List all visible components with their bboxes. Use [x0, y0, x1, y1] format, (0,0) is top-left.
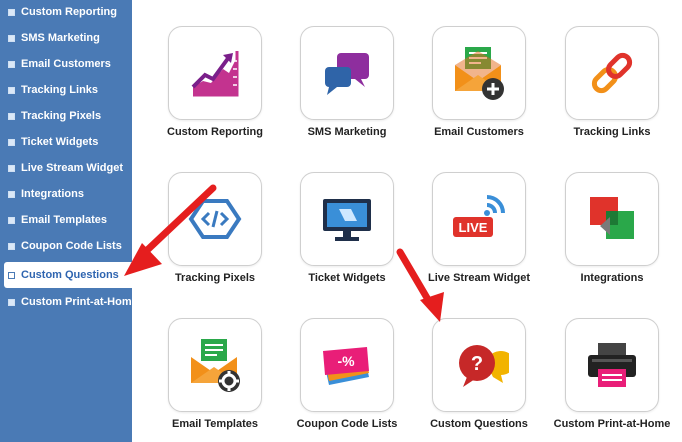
tile-box[interactable]: [432, 26, 526, 120]
bullet-icon: [8, 60, 15, 68]
sidebar-item-label: Live Stream Widget: [21, 162, 123, 174]
sidebar: Custom Reporting SMS Marketing Email Cus…: [0, 0, 138, 442]
tile-sms-marketing[interactable]: SMS Marketing: [282, 26, 412, 138]
sidebar-item-label: Custom Print-at-Home: [21, 296, 138, 308]
sidebar-item-sms-marketing[interactable]: SMS Marketing: [0, 26, 132, 50]
bullet-icon: [8, 242, 15, 250]
tile-ticket-widgets[interactable]: Ticket Widgets: [282, 172, 412, 284]
sidebar-item-custom-reporting[interactable]: Custom Reporting: [0, 0, 132, 24]
sidebar-item-label: Coupon Code Lists: [21, 240, 122, 252]
sidebar-item-ticket-widgets[interactable]: Ticket Widgets: [0, 130, 132, 154]
sidebar-item-label: SMS Marketing: [21, 32, 100, 44]
tile-box[interactable]: ?: [432, 318, 526, 412]
sidebar-item-live-stream-widget[interactable]: Live Stream Widget: [0, 156, 132, 180]
tile-box[interactable]: -%: [300, 318, 394, 412]
bullet-icon: [8, 298, 15, 306]
sidebar-item-tracking-pixels[interactable]: Tracking Pixels: [0, 104, 132, 128]
svg-text:?: ?: [471, 353, 483, 375]
tile-box[interactable]: [565, 318, 659, 412]
tile-label: Custom Reporting: [167, 126, 263, 138]
sidebar-item-custom-questions[interactable]: Custom Questions: [4, 262, 132, 288]
coupon-percent-icon: -%: [323, 347, 369, 385]
tile-label: Email Templates: [172, 418, 258, 430]
bullet-icon: [8, 138, 15, 146]
bullet-icon: [8, 112, 15, 120]
tile-custom-reporting[interactable]: Custom Reporting: [150, 26, 280, 138]
monitor-icon: [323, 199, 371, 241]
tile-live-stream-widget[interactable]: LIVE Live Stream Widget: [414, 172, 544, 284]
tile-label: Integrations: [580, 272, 644, 284]
sidebar-item-custom-print-at-home[interactable]: Custom Print-at-Home: [0, 290, 138, 314]
tile-label: Coupon Code Lists: [296, 418, 398, 430]
bullet-icon: [8, 8, 15, 16]
tile-label: Ticket Widgets: [308, 272, 386, 284]
integrations-arrow-icon: [590, 197, 634, 239]
bullet-icon: [8, 216, 15, 224]
sidebar-item-label: Custom Reporting: [21, 6, 117, 18]
sidebar-item-integrations[interactable]: Integrations: [0, 182, 132, 206]
tile-box[interactable]: [565, 26, 659, 120]
tile-label: Live Stream Widget: [428, 272, 530, 284]
question-bubble-icon: ?: [459, 345, 509, 387]
tile-box[interactable]: [168, 318, 262, 412]
bullet-icon: [8, 164, 15, 172]
email-add-icon: [455, 47, 504, 100]
chat-bubbles-icon: [325, 53, 369, 95]
chain-link-icon: [591, 52, 633, 94]
bullet-icon: [8, 86, 15, 94]
sidebar-item-label: Tracking Pixels: [21, 110, 102, 122]
sidebar-item-label: Email Customers: [21, 58, 111, 70]
live-broadcast-icon: LIVE: [453, 195, 505, 237]
email-gear-icon: [191, 339, 240, 392]
bullet-icon: [8, 271, 15, 279]
tile-label: SMS Marketing: [307, 126, 387, 138]
tile-email-templates[interactable]: Email Templates: [150, 318, 280, 430]
chart-growth-icon: [191, 51, 239, 97]
tile-box[interactable]: LIVE: [432, 172, 526, 266]
tile-tracking-links[interactable]: Tracking Links: [547, 26, 677, 138]
tile-integrations[interactable]: Integrations: [547, 172, 677, 284]
bullet-icon: [8, 190, 15, 198]
tile-custom-print-at-home[interactable]: Custom Print-at-Home: [547, 318, 677, 430]
tile-label: Custom Print-at-Home: [553, 418, 671, 430]
tile-label: Custom Questions: [430, 418, 528, 430]
tile-custom-questions[interactable]: ? Custom Questions: [414, 318, 544, 430]
tile-box[interactable]: [565, 172, 659, 266]
tile-coupon-code-lists[interactable]: -% Coupon Code Lists: [282, 318, 412, 430]
tile-email-customers[interactable]: Email Customers: [414, 26, 544, 138]
code-hexagon-icon: [188, 199, 242, 239]
tile-box[interactable]: [300, 172, 394, 266]
coupon-badge-text: -%: [337, 353, 355, 369]
sidebar-item-coupon-code-lists[interactable]: Coupon Code Lists: [0, 234, 132, 258]
tile-box[interactable]: [168, 26, 262, 120]
tile-label: Email Customers: [434, 126, 524, 138]
tile-label: Tracking Pixels: [174, 272, 256, 284]
sidebar-item-tracking-links[interactable]: Tracking Links: [0, 78, 132, 102]
live-badge-text: LIVE: [459, 220, 488, 235]
printer-icon: [588, 343, 636, 387]
bullet-icon: [8, 34, 15, 42]
sidebar-item-email-templates[interactable]: Email Templates: [0, 208, 132, 232]
sidebar-item-label: Custom Questions: [21, 269, 119, 281]
sidebar-item-email-customers[interactable]: Email Customers: [0, 52, 132, 76]
tile-box[interactable]: [168, 172, 262, 266]
tile-tracking-pixels[interactable]: Tracking Pixels: [150, 172, 280, 284]
sidebar-item-label: Email Templates: [21, 214, 107, 226]
sidebar-item-label: Integrations: [21, 188, 84, 200]
sidebar-item-label: Tracking Links: [21, 84, 99, 96]
sidebar-item-label: Ticket Widgets: [21, 136, 99, 148]
tile-box[interactable]: [300, 26, 394, 120]
tile-label: Tracking Links: [573, 126, 651, 138]
